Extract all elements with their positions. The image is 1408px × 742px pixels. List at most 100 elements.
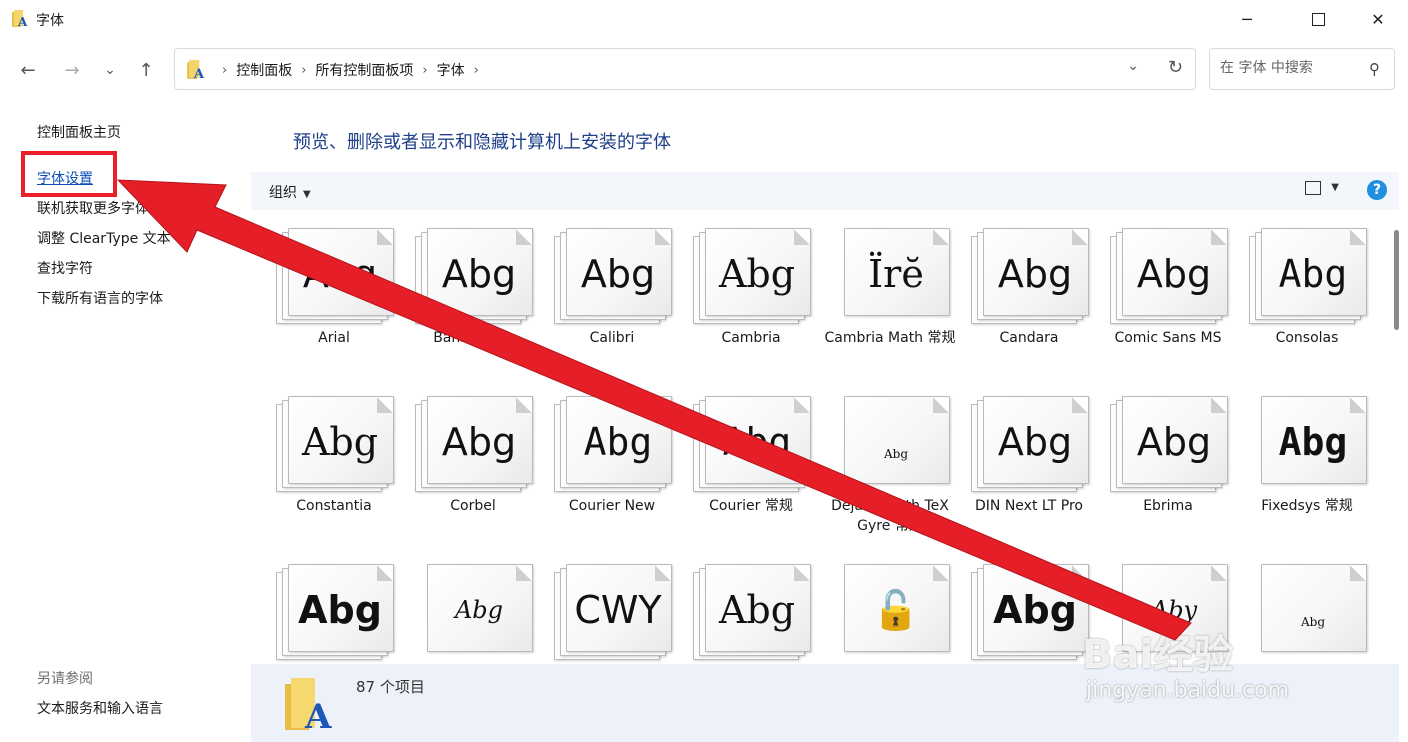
- font-name: Calibri: [589, 330, 635, 346]
- search-input[interactable]: [1218, 59, 1362, 77]
- command-bar: 组织 ▼ ▼ ?: [251, 172, 1399, 210]
- font-tile[interactable]: Abg Comic Sans MS: [1086, 212, 1228, 378]
- font-file-icon: Abg: [276, 396, 394, 492]
- chevron-down-icon: ⌄: [104, 62, 116, 78]
- font-file-icon: Abg: [1110, 396, 1228, 492]
- font-sample: CWY: [574, 588, 662, 632]
- font-sample: Abg: [454, 596, 504, 624]
- font-file-icon: Abg: [1249, 228, 1367, 324]
- font-tile[interactable]: Abg DejaVu Math TeX Gyre 常规: [808, 380, 950, 546]
- sidebar-item-download-fonts[interactable]: 下载所有语言的字体: [37, 288, 163, 308]
- search-icon[interactable]: ⚲: [1369, 60, 1380, 78]
- svg-text:A: A: [17, 15, 28, 28]
- font-sample: Abg: [301, 420, 379, 464]
- font-tile[interactable]: Abg Ebrima: [1086, 380, 1228, 546]
- vertical-scrollbar[interactable]: [1394, 230, 1399, 330]
- font-sample: Abg: [1136, 252, 1212, 296]
- search-box[interactable]: ⚲: [1209, 48, 1395, 90]
- refresh-icon[interactable]: ↻: [1168, 57, 1183, 78]
- arrow-left-icon: ←: [20, 59, 36, 81]
- sidebar-item-get-more-fonts[interactable]: 联机获取更多字体: [37, 198, 149, 218]
- font-tile[interactable]: Ïrĕ Cambria Math 常规: [808, 212, 956, 378]
- font-name: Corbel: [450, 498, 496, 514]
- font-sample: Abg: [1300, 615, 1326, 629]
- font-sample: Abg: [1278, 420, 1348, 464]
- breadcrumb-fonts[interactable]: 字体: [437, 60, 465, 80]
- sidebar-item-find-character[interactable]: 查找字符: [37, 258, 93, 278]
- font-name: Courier New: [568, 498, 656, 514]
- organize-label: 组织: [269, 185, 297, 201]
- font-file-icon: Abg: [1249, 396, 1367, 492]
- font-tile[interactable]: 🔓: [808, 548, 950, 664]
- help-icon[interactable]: ?: [1367, 180, 1387, 200]
- font-tile[interactable]: Abg Calibri: [530, 212, 672, 378]
- view-options-icon[interactable]: [1305, 181, 1321, 195]
- arrow-right-icon: →: [64, 59, 80, 81]
- svg-text:A: A: [193, 66, 205, 80]
- font-grid: Abg Arial Abg Bahnschrift Abg Calibri Abg Cambr…: [252, 212, 1388, 664]
- font-name: DejaVu Math TeX Gyre 常规: [831, 498, 949, 534]
- font-sample: Abg: [1136, 420, 1212, 464]
- font-tile[interactable]: Abg Fixedsys 常规: [1225, 380, 1367, 546]
- font-file-icon: Abg: [554, 396, 672, 492]
- font-tile[interactable]: Abg Cambria: [669, 212, 811, 378]
- font-tile[interactable]: Abg Bahnschrift: [391, 212, 533, 378]
- page-fold: [1350, 229, 1366, 245]
- chevron-right-icon[interactable]: ›: [474, 63, 479, 78]
- organize-button[interactable]: 组织 ▼: [269, 182, 311, 202]
- font-tile[interactable]: Abg Arial: [252, 212, 394, 378]
- page-title: 预览、删除或者显示和隐藏计算机上安装的字体: [293, 132, 671, 153]
- font-tile[interactable]: Abg Courier New: [530, 380, 672, 546]
- maximize-button[interactable]: [1295, 0, 1341, 38]
- close-button[interactable]: ✕: [1355, 0, 1401, 38]
- address-dropdown-icon[interactable]: ⌄: [1127, 58, 1139, 74]
- font-name: Fixedsys 常规: [1261, 498, 1353, 514]
- sidebar-item-control-panel-home[interactable]: 控制面板主页: [37, 122, 121, 142]
- font-name: Bahnschrift: [433, 330, 513, 346]
- font-file-icon: Abg: [415, 564, 533, 660]
- font-tile[interactable]: Abg Courier 常规: [669, 380, 811, 546]
- recent-locations-button[interactable]: ⌄: [96, 56, 124, 84]
- breadcrumb: › 控制面板 › 所有控制面板项 › 字体 ›: [213, 60, 488, 80]
- font-sample: Abg: [722, 420, 792, 464]
- chevron-right-icon[interactable]: ›: [301, 63, 306, 78]
- font-file-icon: CWY: [554, 564, 672, 660]
- font-name: DIN Next LT Pro: [975, 498, 1083, 514]
- font-name: Cambria: [721, 330, 781, 346]
- font-tile[interactable]: Abg DIN Next LT Pro: [947, 380, 1089, 546]
- font-name: Comic Sans MS: [1114, 330, 1222, 346]
- font-file-icon: 🔓: [832, 564, 950, 660]
- font-tile[interactable]: Abg Candara: [947, 212, 1089, 378]
- font-file-icon: Ïrĕ: [832, 228, 950, 324]
- font-tile[interactable]: Abg: [947, 548, 1089, 664]
- font-tile[interactable]: CWY: [530, 548, 672, 664]
- font-tile[interactable]: Abg: [1225, 548, 1367, 664]
- breadcrumb-control-panel[interactable]: 控制面板: [236, 60, 292, 80]
- font-file-icon: Abg: [1249, 564, 1367, 660]
- font-tile[interactable]: Abg Constantia: [252, 380, 394, 546]
- chevron-right-icon: ›: [222, 62, 228, 78]
- font-tile[interactable]: Abg Corbel: [391, 380, 533, 546]
- font-sample: Abg: [883, 447, 909, 461]
- minimize-button[interactable]: ─: [1224, 0, 1270, 38]
- font-tile[interactable]: Abg: [252, 548, 394, 664]
- font-sample: Abg: [441, 252, 517, 296]
- sidebar-item-text-services[interactable]: 文本服务和输入语言: [37, 698, 163, 718]
- fonts-folder-icon: A: [187, 60, 205, 80]
- font-sample: Abg: [993, 588, 1077, 632]
- page-fold: [1350, 397, 1366, 413]
- font-file-icon: Abg: [276, 228, 394, 324]
- font-file-icon: Abg: [693, 228, 811, 324]
- sidebar-item-cleartype[interactable]: 调整 ClearType 文本: [37, 228, 171, 248]
- caret-down-icon[interactable]: ▼: [1331, 182, 1339, 193]
- font-tile[interactable]: Abg: [669, 548, 811, 664]
- font-tile[interactable]: Abg: [391, 548, 533, 664]
- font-tile[interactable]: Abg Consolas: [1225, 212, 1367, 378]
- watermark-url: jingyan.baidu.com: [1086, 678, 1290, 703]
- breadcrumb-all-items[interactable]: 所有控制面板项: [315, 60, 413, 80]
- chevron-right-icon[interactable]: ›: [422, 63, 427, 78]
- address-bar[interactable]: A › 控制面板 › 所有控制面板项 › 字体 › ⌄ ↻: [174, 48, 1196, 90]
- up-button[interactable]: ↑: [132, 56, 160, 84]
- forward-button[interactable]: →: [58, 56, 86, 84]
- back-button[interactable]: ←: [14, 56, 42, 84]
